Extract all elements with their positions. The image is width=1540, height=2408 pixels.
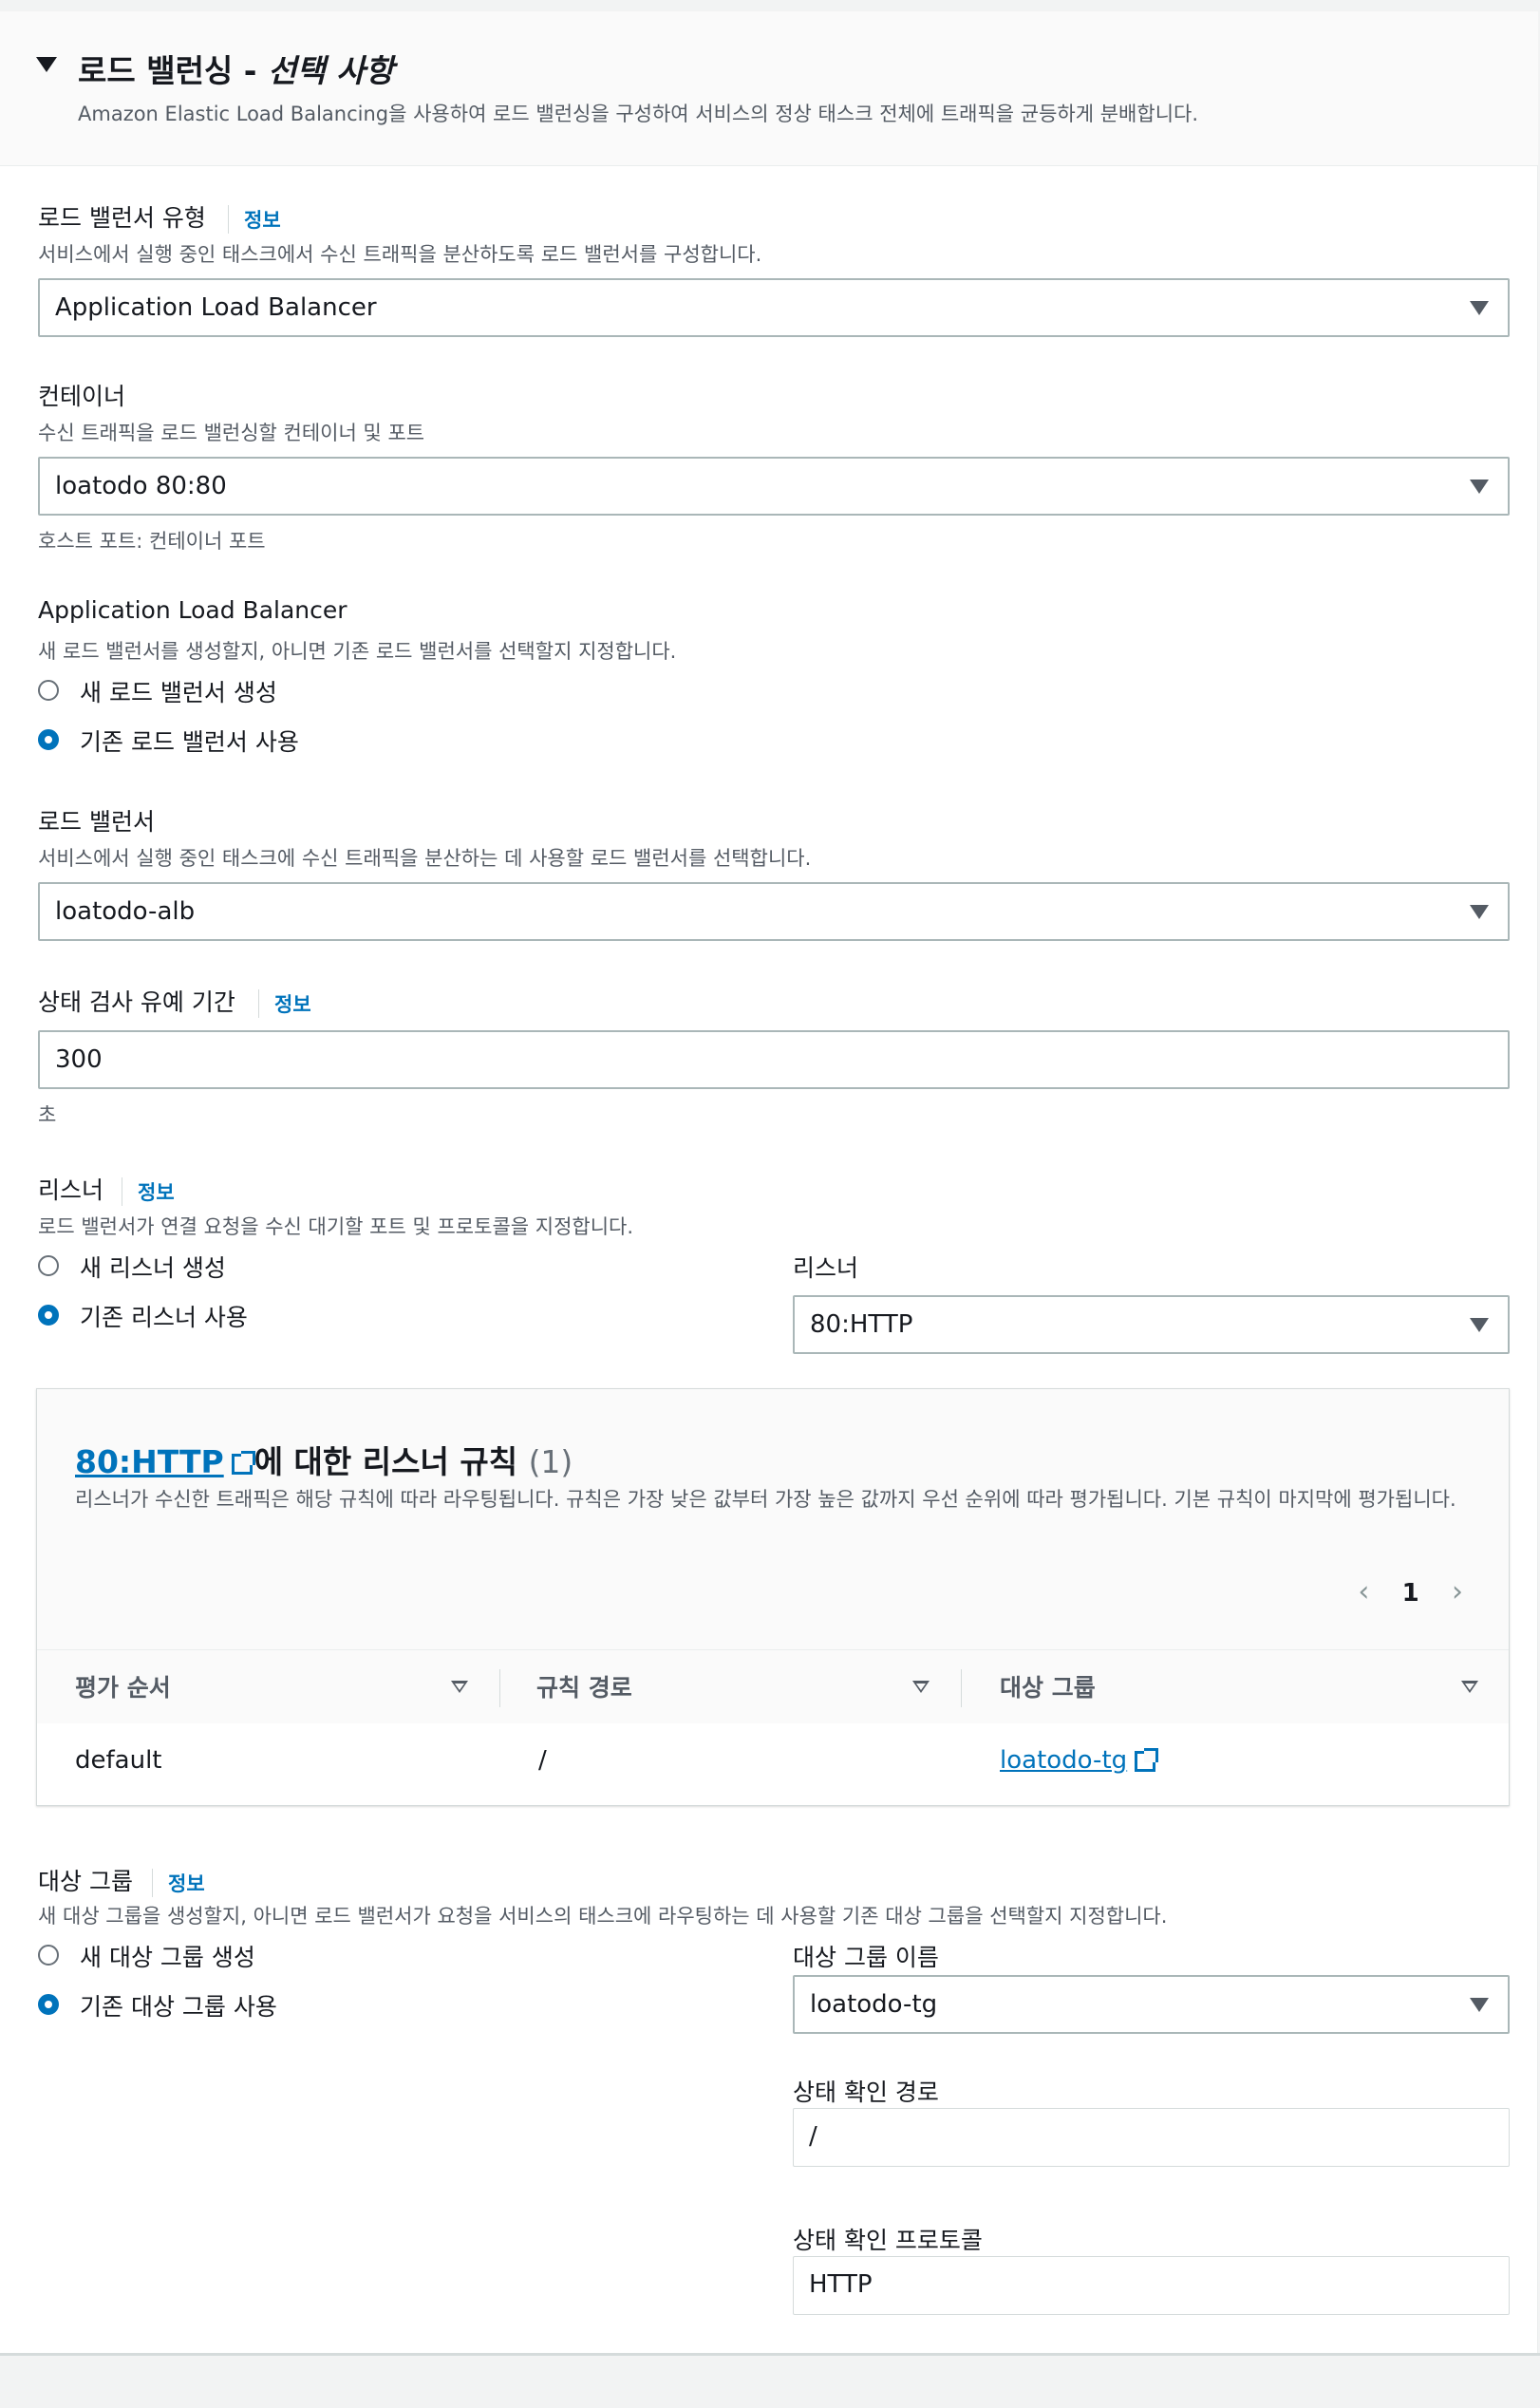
load-balancer-description: 서비스에서 실행 중인 태스크에 수신 트래픽을 분산하는 데 사용할 로드 밸… — [38, 847, 812, 870]
listener-new-label: 새 리스너 생성 — [80, 1254, 226, 1282]
chevron-left-icon[interactable]: ‹ — [1358, 1575, 1369, 1608]
target-group-new-radio[interactable] — [38, 1945, 59, 1966]
chevron-down-icon — [1470, 1998, 1489, 2012]
target-group-name-value: loatodo-tg — [810, 1990, 938, 2019]
health-check-path-label: 상태 확인 경로 — [793, 2079, 939, 2106]
listener-existing-radio[interactable] — [38, 1305, 59, 1326]
alb-existing-label: 기존 로드 밸런서 사용 — [80, 728, 299, 756]
target-group-label: 대상 그룹 — [38, 1868, 133, 1895]
column-header-path[interactable]: 규칙 경로 — [536, 1669, 632, 1703]
listener-info-link[interactable]: 정보 — [122, 1177, 175, 1206]
alb-existing-radio[interactable] — [38, 729, 59, 750]
listener-new-radio[interactable] — [38, 1255, 59, 1276]
container-value: loatodo 80:80 — [55, 472, 227, 500]
health-check-protocol-label: 상태 확인 프로토콜 — [793, 2227, 983, 2254]
panel-bottom-border — [0, 2353, 1540, 2356]
load-balancing-panel: 로드 밸런싱 - 선택 사항 Amazon Elastic Load Balan… — [0, 11, 1538, 2353]
container-hint: 호스트 포트: 컨테이너 포트 — [38, 530, 266, 553]
listener-rules-description: 리스너가 수신한 트래픽은 해당 규칙에 따라 라우팅됩니다. 규칙은 가장 낮… — [75, 1488, 1456, 1511]
chevron-down-icon — [1470, 905, 1489, 919]
sort-icon[interactable] — [912, 1681, 930, 1693]
alb-new-label: 새 로드 밸런서 생성 — [80, 679, 277, 706]
rule-order-cell: default — [75, 1746, 162, 1775]
section-title: 로드 밸런싱 - 선택 사항 — [78, 52, 394, 89]
lb-type-label: 로드 밸런서 유형 — [38, 204, 206, 232]
pagination: ‹ 1 › — [1358, 1575, 1463, 1608]
container-select[interactable]: loatodo 80:80 — [38, 457, 1510, 516]
load-balancer-label: 로드 밸런서 — [38, 808, 155, 836]
rule-path-cell: / — [538, 1746, 547, 1775]
column-divider — [961, 1669, 962, 1707]
lb-type-select[interactable]: Application Load Balancer — [38, 278, 1510, 337]
listener-existing-label: 기존 리스너 사용 — [80, 1304, 248, 1331]
section-description: Amazon Elastic Load Balancing을 사용하여 로드 밸… — [78, 103, 1199, 125]
listener-value: 80:HTTP — [810, 1310, 913, 1339]
listener-label: 리스너 — [38, 1176, 104, 1204]
column-divider — [499, 1669, 500, 1707]
listener-rules-title: 80:HTTP 에 대한 리스너 규칙 (1) — [75, 1443, 573, 1480]
rules-count: (1) — [528, 1443, 573, 1480]
alb-new-radio[interactable] — [38, 680, 59, 701]
container-description: 수신 트래픽을 로드 밸런싱할 컨테이너 및 포트 — [38, 422, 425, 444]
target-group-existing-radio[interactable] — [38, 1994, 59, 2015]
external-link-icon[interactable] — [231, 1450, 255, 1475]
listener-select[interactable]: 80:HTTP — [793, 1295, 1510, 1354]
chevron-down-icon — [1470, 1318, 1489, 1332]
table-header: 평가 순서 규칙 경로 대상 그룹 — [37, 1649, 1509, 1725]
collapse-caret-icon[interactable] — [36, 57, 57, 72]
lb-type-value: Application Load Balancer — [55, 293, 377, 322]
target-group-description: 새 대상 그룹을 생성할지, 아니면 로드 밸런서가 요청을 서비스의 태스크에… — [38, 1905, 1168, 1928]
column-header-order[interactable]: 평가 순서 — [75, 1669, 171, 1703]
health-check-path-input: / — [793, 2108, 1510, 2167]
chevron-down-icon — [1470, 480, 1489, 494]
listener-link[interactable]: 80:HTTP — [75, 1443, 224, 1480]
target-group-existing-label: 기존 대상 그룹 사용 — [80, 1993, 277, 2021]
alb-label: Application Load Balancer — [38, 596, 347, 624]
rule-target-group-cell: loatodo-tg — [1000, 1746, 1159, 1775]
lb-type-info-link[interactable]: 정보 — [228, 205, 281, 234]
load-balancer-select[interactable]: loatodo-alb — [38, 882, 1510, 941]
target-group-name-select[interactable]: loatodo-tg — [793, 1975, 1510, 2034]
target-group-name-label: 대상 그룹 이름 — [793, 1944, 939, 1971]
listener-select-label: 리스너 — [793, 1254, 859, 1282]
listener-description: 로드 밸런서가 연결 요청을 수신 대기할 포트 및 프로토콜을 지정합니다. — [38, 1215, 634, 1238]
grace-unit: 초 — [38, 1103, 57, 1126]
sort-icon[interactable] — [451, 1681, 468, 1693]
chevron-right-icon[interactable]: › — [1452, 1575, 1463, 1608]
column-header-target-group[interactable]: 대상 그룹 — [1000, 1669, 1096, 1703]
health-check-protocol-input: HTTP — [793, 2256, 1510, 2315]
target-group-info-link[interactable]: 정보 — [152, 1869, 205, 1897]
target-group-link[interactable]: loatodo-tg — [1000, 1746, 1127, 1775]
load-balancer-value: loatodo-alb — [55, 897, 196, 926]
grace-period-input[interactable]: 300 — [38, 1030, 1510, 1089]
table-row: default / loatodo-tg — [37, 1723, 1509, 1805]
sort-icon[interactable] — [1461, 1681, 1478, 1693]
top-strip — [0, 0, 1540, 11]
section-header[interactable]: 로드 밸런싱 - 선택 사항 Amazon Elastic Load Balan… — [0, 11, 1538, 166]
container-label: 컨테이너 — [38, 383, 126, 410]
grace-info-link[interactable]: 정보 — [258, 989, 311, 1018]
listener-rules-container: 80:HTTP 에 대한 리스너 규칙 (1) 리스너가 수신한 트래픽은 해당 … — [36, 1388, 1510, 1806]
page-number[interactable]: 1 — [1402, 1579, 1419, 1608]
lb-type-description: 서비스에서 실행 중인 태스크에서 수신 트래픽을 분산하도록 로드 밸런서를 … — [38, 243, 762, 266]
target-group-new-label: 새 대상 그룹 생성 — [80, 1944, 255, 1971]
external-link-icon[interactable] — [1135, 1747, 1159, 1772]
alb-description: 새 로드 밸런서를 생성할지, 아니면 기존 로드 밸런서를 선택할지 지정합니… — [38, 640, 677, 663]
grace-label: 상태 검사 유예 기간 — [38, 988, 235, 1016]
chevron-down-icon — [1470, 301, 1489, 315]
